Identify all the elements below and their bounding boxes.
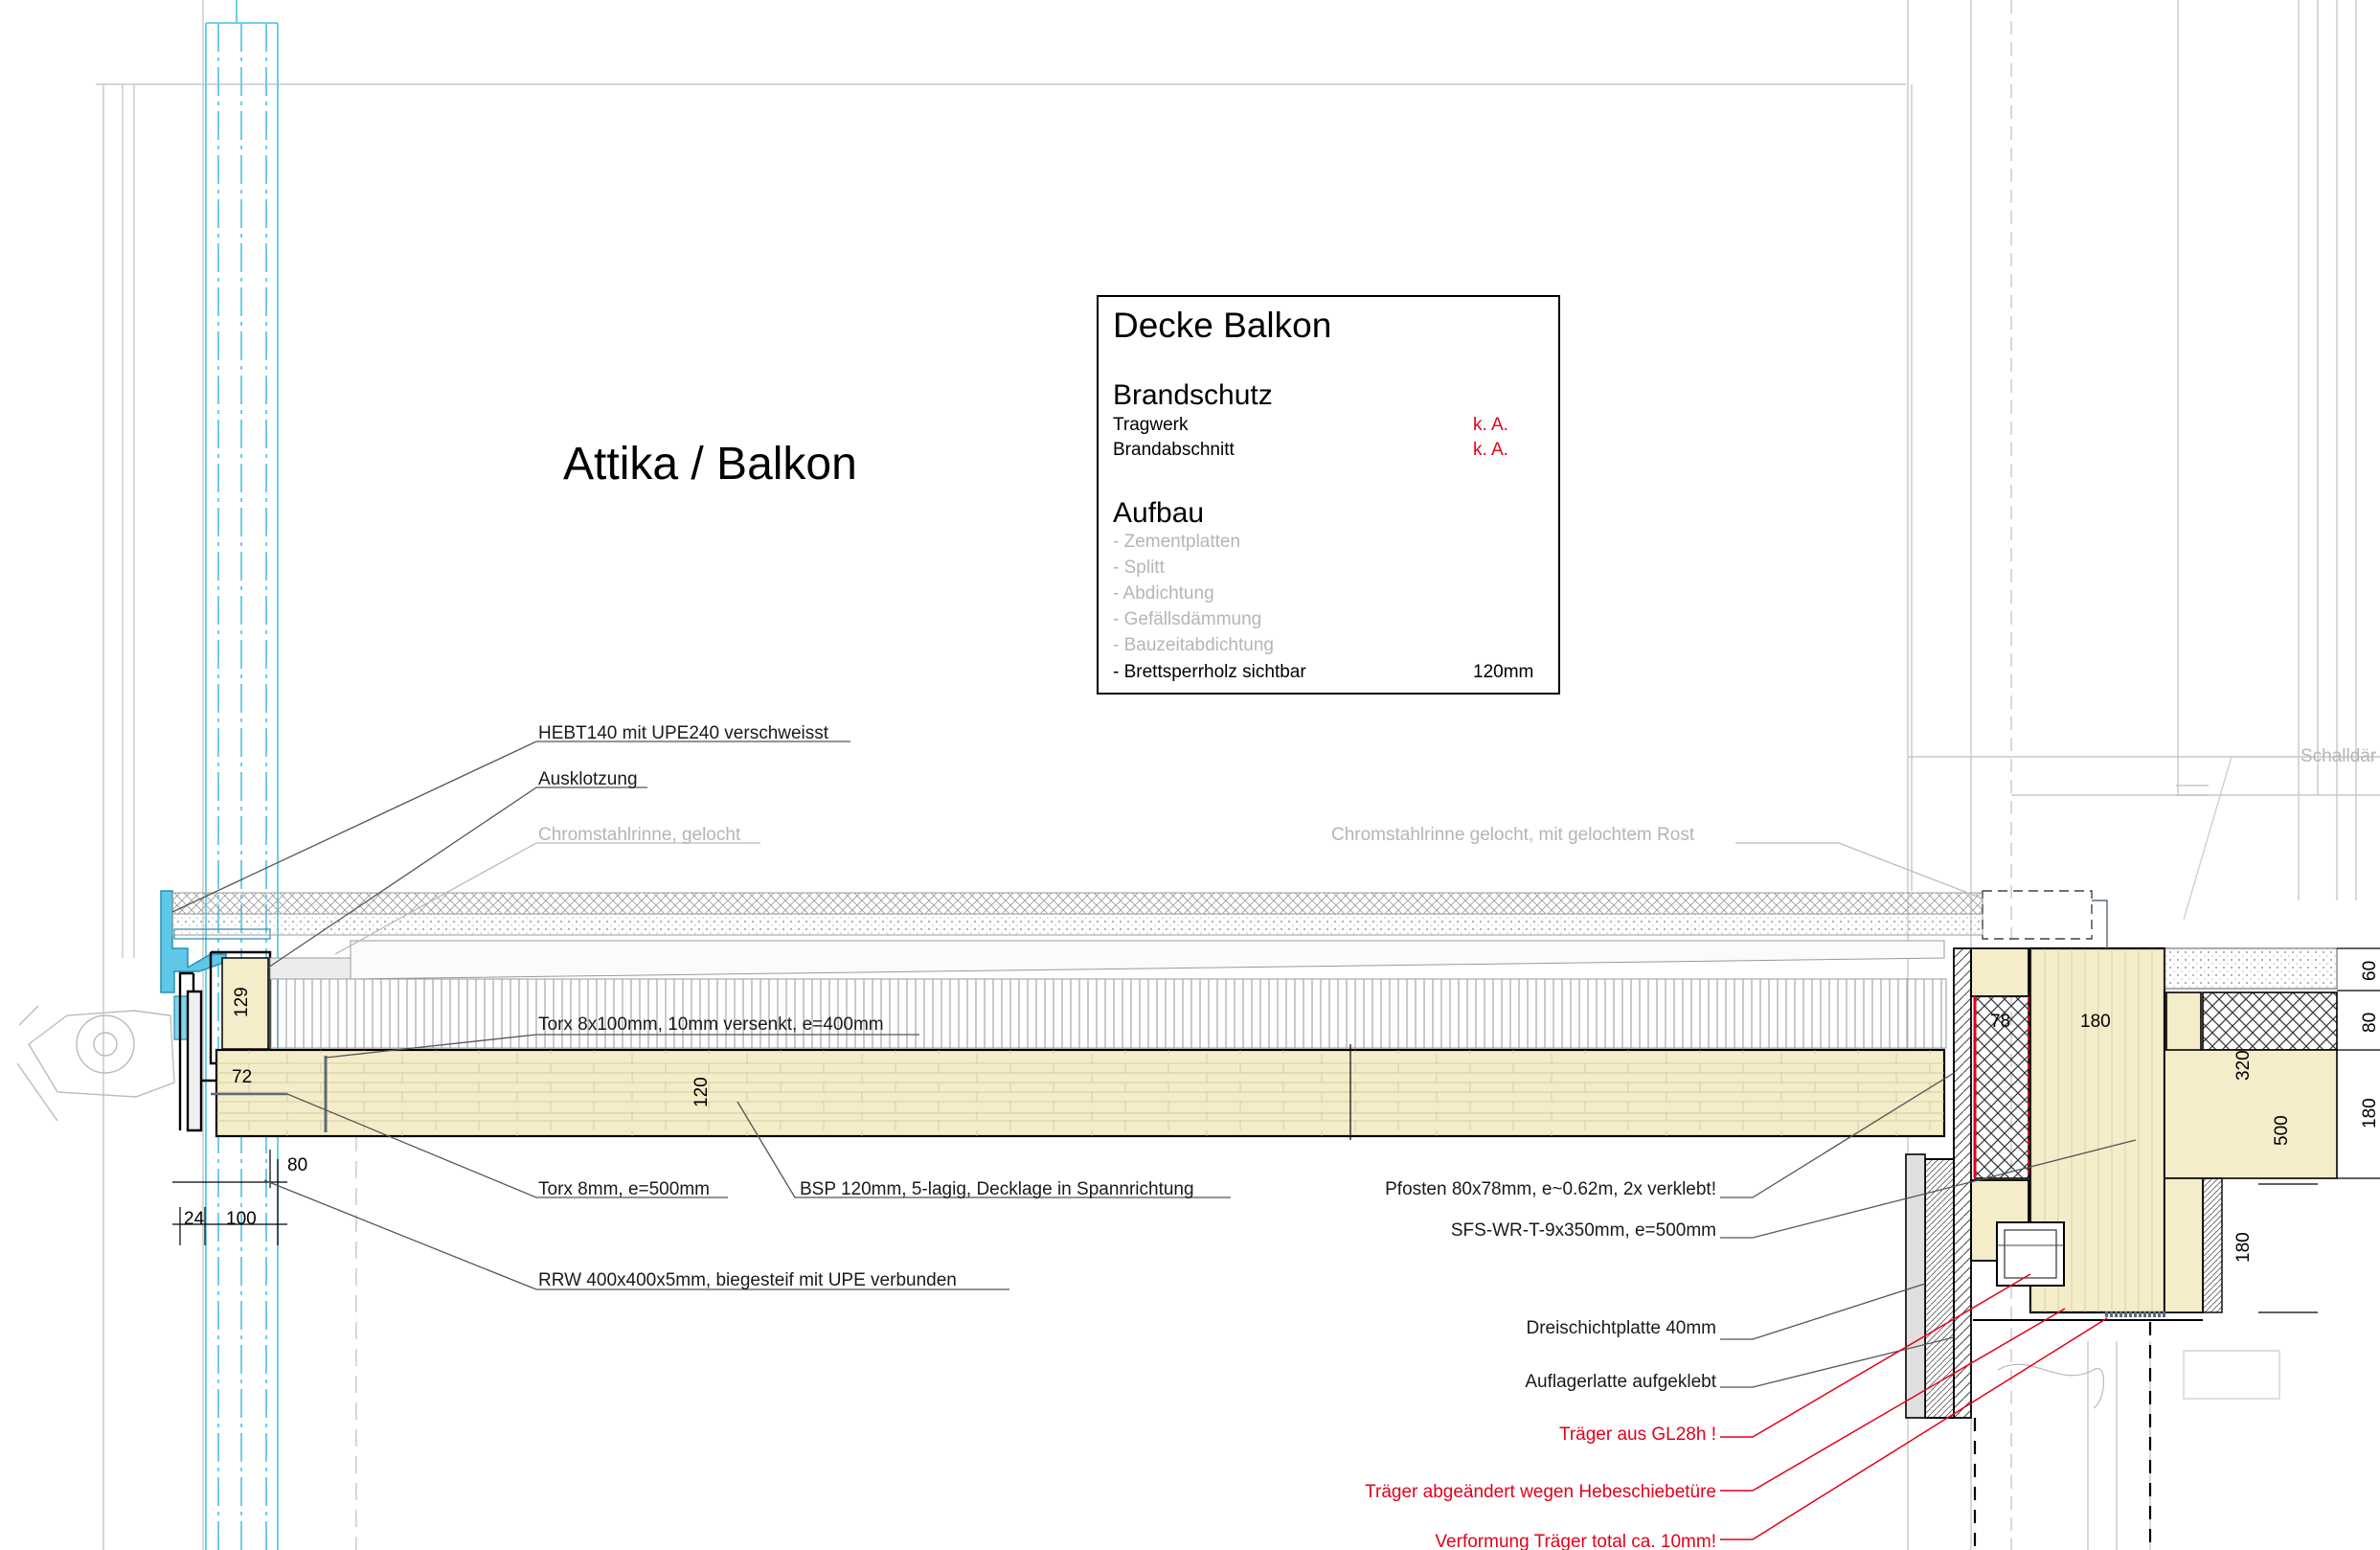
drawing-title: Attika / Balkon <box>563 439 857 490</box>
fire-row-value: k. A. <box>1473 440 1508 460</box>
label-torx-100: Torx 8x100mm, 10mm versenkt, e=400mm <box>538 1014 884 1035</box>
dim-320: 320 <box>2233 1050 2254 1081</box>
dim-80-left: 80 <box>287 1155 307 1175</box>
label-ausklotzung: Ausklotzung <box>538 769 638 789</box>
label-rinne-right: Chromstahlrinne gelocht, mit gelochtem R… <box>1331 825 1695 845</box>
build-layer: - Abdichtung <box>1113 583 1214 604</box>
label-hebt: HEBT140 mit UPE240 verschweisst <box>538 723 829 743</box>
build-layer: - Bauzeitabdichtung <box>1113 635 1274 655</box>
roof-buildup <box>171 892 1983 1049</box>
info-box: Decke Balkon Brandschutz Tragwerk k. A. … <box>1097 295 1560 695</box>
bsp-slab <box>215 1048 1946 1138</box>
dim-120: 120 <box>691 1077 712 1107</box>
dim-180-top: 180 <box>2080 1012 2111 1032</box>
label-verformung: Verformung Träger total ca. 10mm! <box>1435 1532 1716 1550</box>
fire-row-value: k. A. <box>1473 415 1508 435</box>
background-linework <box>96 0 2380 1550</box>
build-layer: - Zementplatten <box>1113 532 1240 552</box>
section-fire-heading: Brandschutz <box>1113 379 1273 411</box>
build-layer: - Gefällsdämmung <box>1113 609 1261 629</box>
dim-129: 129 <box>232 987 252 1017</box>
dim-180-low: 180 <box>2233 1232 2254 1263</box>
info-box-title: Decke Balkon <box>1113 306 1331 345</box>
label-traeger-hebe: Träger abgeändert wegen Hebeschiebetüre <box>1365 1482 1716 1502</box>
build-layer: - Brettsperrholz sichtbar <box>1113 662 1306 682</box>
label-pfosten: Pfosten 80x78mm, e~0.62m, 2x verklebt! <box>1385 1179 1716 1199</box>
label-traeger-gl: Träger aus GL28h ! <box>1559 1425 1716 1445</box>
label-schall: Schalldär <box>2301 746 2377 766</box>
label-rinne-left: Chromstahlrinne, gelocht <box>538 825 741 845</box>
dim-24: 24 <box>184 1209 205 1229</box>
dim-78: 78 <box>1990 1012 2010 1032</box>
build-layer: - Splitt <box>1113 558 1166 578</box>
dim-72: 72 <box>232 1067 252 1087</box>
label-rrw: RRW 400x400x5mm, biegesteif mit UPE verb… <box>538 1270 957 1290</box>
detail-drawing: Attika / Balkon Decke Balkon Brandschutz… <box>16 0 2380 1550</box>
sunshade-roller <box>16 1005 175 1122</box>
fire-row-label: Brandabschnitt <box>1113 440 1235 460</box>
label-bsp: BSP 120mm, 5-lagig, Decklage in Spannric… <box>800 1179 1194 1199</box>
section-build-heading: Aufbau <box>1113 497 1204 529</box>
dim-60: 60 <box>2360 961 2380 981</box>
label-sfs: SFS-WR-T-9x350mm, e=500mm <box>1451 1220 1716 1241</box>
build-layer-value: 120mm <box>1473 662 1533 682</box>
fire-row-label: Tragwerk <box>1113 415 1189 435</box>
glass-facade <box>205 0 279 1550</box>
dim-180-right: 180 <box>2360 1098 2380 1128</box>
dim-500: 500 <box>2272 1115 2292 1146</box>
dim-100: 100 <box>226 1209 257 1229</box>
dim-80-right: 80 <box>2360 1013 2380 1033</box>
label-dreischicht: Dreischichtplatte 40mm <box>1526 1318 1716 1338</box>
label-torx-8: Torx 8mm, e=500mm <box>538 1179 710 1199</box>
label-auflagerlatte: Auflagerlatte aufgeklebt <box>1525 1372 1716 1392</box>
